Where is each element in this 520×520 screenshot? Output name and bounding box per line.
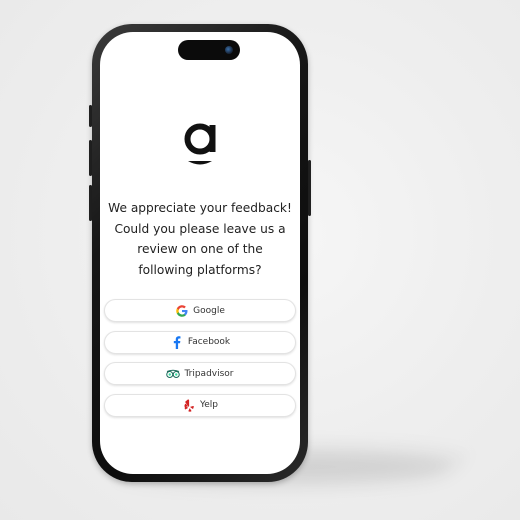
google-review-button[interactable]: Google [104,299,296,322]
facebook-review-button[interactable]: Facebook [104,330,296,354]
yelp-label: Yelp [199,400,219,410]
camera-icon [225,46,233,54]
tripadvisor-icon [166,367,181,381]
yelp-review-button[interactable]: Yelp [104,393,296,417]
feedback-message: We appreciate your feedback! Could you p… [108,201,292,277]
phone-power-button [308,160,311,216]
scene: We appreciate your feedback! Could you p… [0,0,520,520]
facebook-icon [170,335,184,349]
dynamic-island [178,40,240,60]
tripadvisor-review-button[interactable]: Tripadvisor [104,362,296,385]
review-platform-list: Google Facebook Tripadvisor Yelp [104,299,296,425]
google-label: Google [193,305,225,316]
brand-logo-icon [184,123,216,165]
facebook-label: Facebook [187,337,231,347]
tripadvisor-label: Tripadvisor [184,368,234,379]
phone-frame: We appreciate your feedback! Could you p… [92,24,308,482]
google-icon [175,304,189,318]
phone-screen: We appreciate your feedback! Could you p… [100,32,300,474]
yelp-icon [182,398,196,412]
